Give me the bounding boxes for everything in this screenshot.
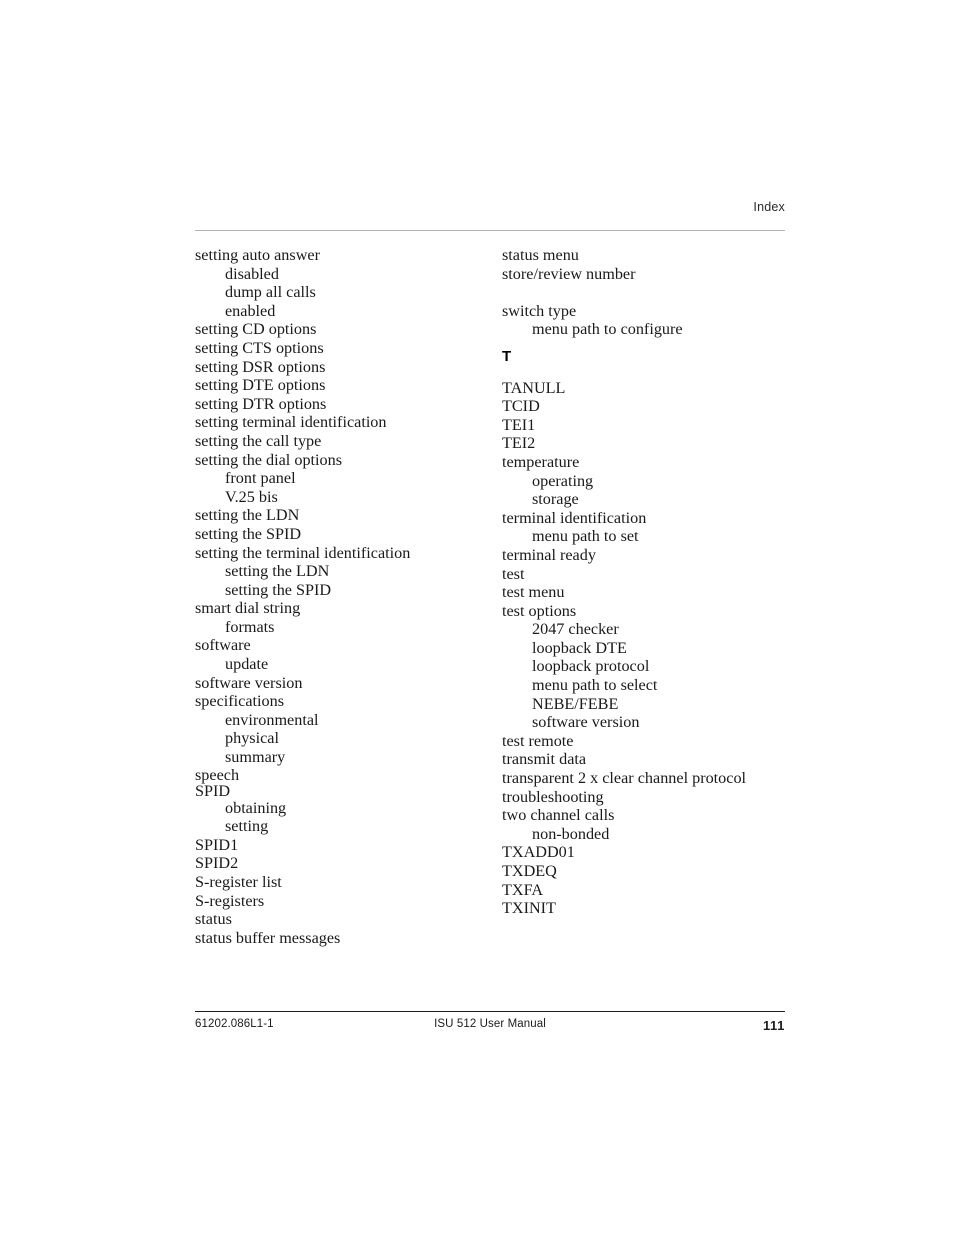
index-entry: store/review number <box>502 264 636 283</box>
index-entry: setting the SPID <box>195 524 302 543</box>
index-entry: setting DSR options <box>195 357 326 376</box>
index-entry: setting auto answer <box>195 246 320 264</box>
index-subentry: disabled <box>225 264 279 283</box>
index-subentry: setting the SPID <box>225 580 332 599</box>
index-subentry: menu path to configure <box>532 320 683 339</box>
index-entry: terminal identification <box>502 508 647 527</box>
page-footer: 61202.086L1-1 ISU 512 User Manual 111 <box>195 1011 785 1051</box>
index-subentry: formats <box>225 617 275 636</box>
index-entry: S-register list <box>195 873 282 891</box>
index-entry: speech <box>195 765 240 784</box>
index-entry: smart dial string <box>195 599 301 618</box>
index-subentry: dump all calls <box>225 283 316 302</box>
index-entry: TANULL <box>502 378 566 397</box>
index-entry: terminal ready <box>502 545 596 564</box>
index-subentry: summary <box>225 748 286 767</box>
index-content: setting auto answer disabled dump all call… <box>195 246 795 976</box>
index-entry: TXDEQ <box>502 862 557 880</box>
index-subentry: environmental <box>225 710 319 729</box>
footer-row: 61202.086L1-1 ISU 512 User Manual 111 <box>195 1018 785 1038</box>
index-entry: status menu <box>502 246 579 264</box>
index-entry: transparent 2 x clear channel protocol <box>502 769 747 788</box>
index-entry: test options <box>502 601 577 620</box>
index-entry: setting terminal identification <box>195 413 387 432</box>
index-entry: switch type <box>502 301 577 320</box>
index-entry: TXADD01 <box>502 843 575 862</box>
index-subentry: storage <box>532 490 579 509</box>
index-subentry: menu path to select <box>532 676 658 695</box>
index-subentry: NEBE/FEBE <box>532 694 619 713</box>
index-entry: setting DTE options <box>195 376 326 395</box>
index-entry: status buffer messages <box>195 928 341 947</box>
index-entry: troubleshooting <box>502 787 604 806</box>
index-subentry: V.25 bis <box>225 487 278 506</box>
index-column-right: status menu store/review number switch typ… <box>502 246 792 918</box>
index-entry: TXINIT <box>502 899 556 918</box>
index-entry: setting the dial options <box>195 450 343 469</box>
index-entry: S-registers <box>195 891 265 910</box>
index-entry: transmit data <box>502 750 587 769</box>
footer-manual-title: ISU 512 User Manual <box>434 1018 546 1030</box>
index-subentry: non-bonded <box>532 824 610 843</box>
index-subentry: front panel <box>225 469 296 488</box>
index-entry: two channel calls <box>502 806 615 825</box>
index-entry: TCID <box>502 397 540 416</box>
index-subentry: loopback protocol <box>532 657 650 676</box>
index-subentry: setting <box>225 817 269 836</box>
index-subentry: menu path to set <box>532 527 639 546</box>
index-column-left: setting auto answer disabled dump all call… <box>195 246 485 947</box>
index-subentry: loopback DTE <box>532 638 627 657</box>
running-header: Index <box>195 200 785 231</box>
header-divider <box>195 230 785 231</box>
index-entry: specifications <box>195 692 284 711</box>
index-entry: setting the LDN <box>195 506 300 525</box>
index-entry: setting DTR options <box>195 394 327 413</box>
index-subentry: software version <box>532 713 640 732</box>
index-subentry: setting the LDN <box>225 562 330 581</box>
header-title: Index <box>753 200 785 214</box>
index-subentry: 2047 checker <box>532 620 619 639</box>
index-entry: setting the terminal identification <box>195 543 411 562</box>
index-subentry: obtaining <box>225 798 287 817</box>
index-subentry: enabled <box>225 301 276 320</box>
index-entry: SPID <box>195 781 231 800</box>
index-entry: SPID1 <box>195 835 239 854</box>
index-section-letter: T <box>502 347 512 365</box>
index-entry: TEI1 <box>502 415 536 434</box>
index-entry: temperature <box>502 452 580 471</box>
index-entry: status <box>195 910 232 929</box>
index-entry: software version <box>195 673 303 692</box>
footer-page-number: 111 <box>762 1018 785 1033</box>
index-entry: setting CTS options <box>195 338 324 357</box>
index-entry: setting the call type <box>195 431 322 450</box>
footer-divider <box>195 1011 785 1012</box>
index-entry: TEI2 <box>502 434 536 453</box>
document-page: Index setting auto answer disabled dump al… <box>0 0 954 1235</box>
index-entry: software <box>195 636 251 655</box>
index-subentry: update <box>225 655 269 674</box>
index-subentry: operating <box>532 471 594 490</box>
index-entry: test remote <box>502 731 574 750</box>
index-entry: TXFA <box>502 880 544 899</box>
index-subentry: physical <box>225 729 279 748</box>
index-entry: test <box>502 564 525 583</box>
index-entry: test menu <box>502 583 565 602</box>
index-entry: setting CD options <box>195 320 317 339</box>
index-spacer <box>502 283 792 302</box>
index-entry: SPID2 <box>195 854 239 873</box>
